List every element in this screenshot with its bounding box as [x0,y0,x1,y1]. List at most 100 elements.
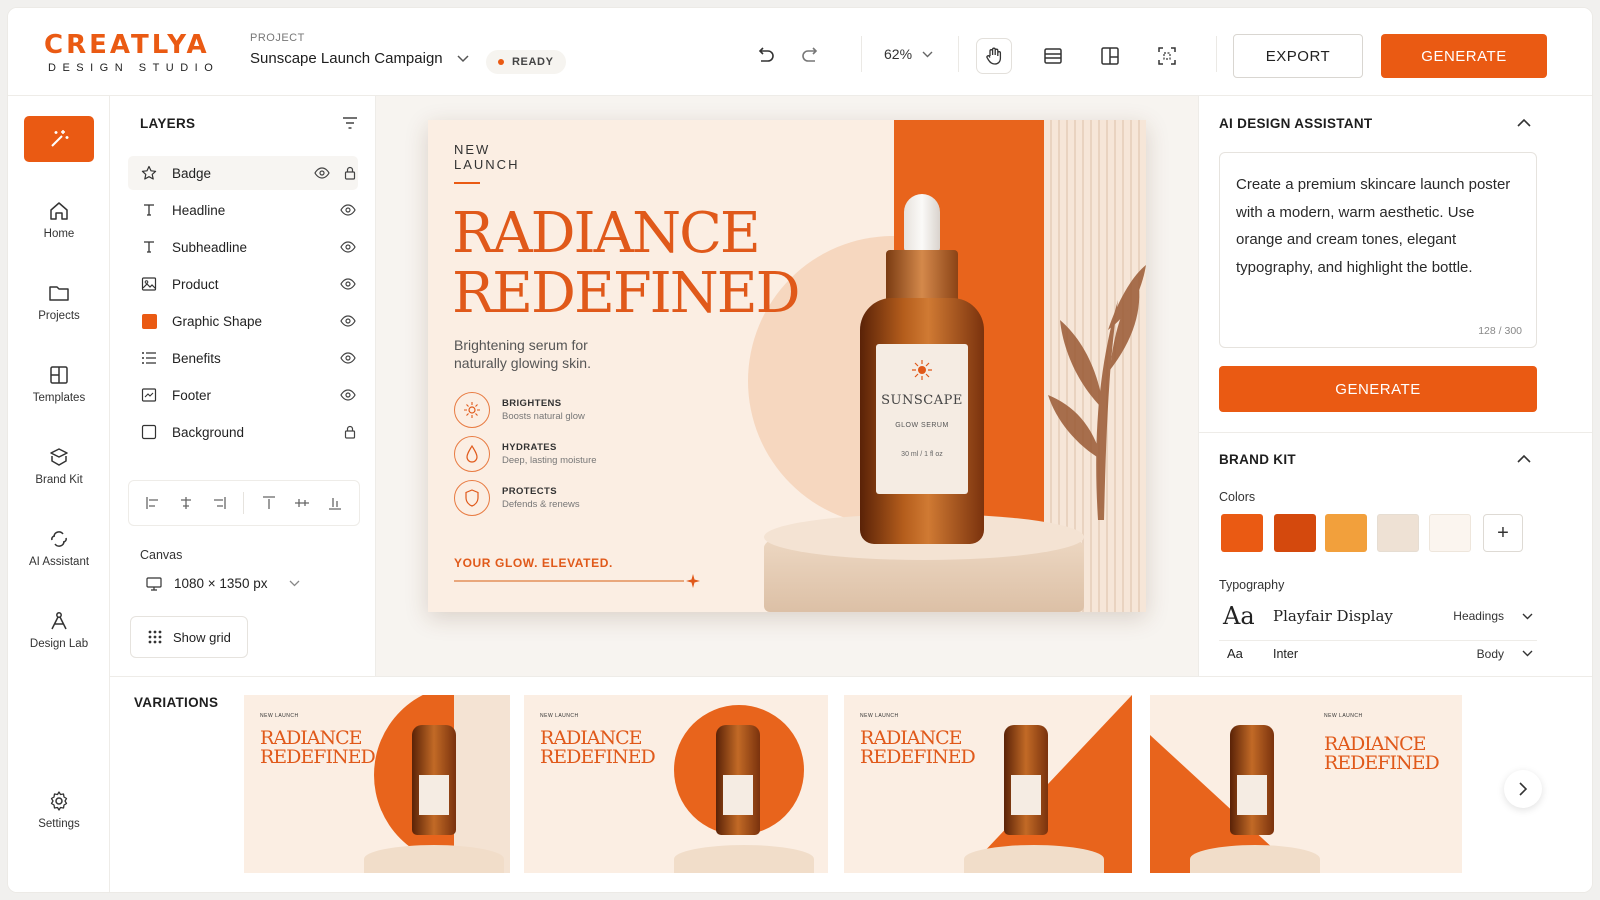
font-sample: Aa [1223,602,1255,630]
visibility-eye-icon[interactable] [340,204,356,216]
poster-footer-line [454,580,684,582]
align-right-icon[interactable] [211,496,227,510]
color-swatch[interactable] [1325,514,1367,552]
canvas-size-dropdown[interactable]: 1080 × 1350 px [146,576,300,591]
color-swatch[interactable] [1221,514,1263,552]
layout-icon[interactable] [1036,39,1070,73]
variation-card[interactable]: NEW LAUNCH RADIANCE REDEFINED [524,695,828,873]
hand-tool-icon[interactable] [976,38,1012,74]
add-color-button[interactable]: + [1483,514,1523,552]
ai-generate-button[interactable]: GENERATE [1219,366,1537,412]
zoom-dropdown[interactable]: 62% [884,46,933,62]
export-button[interactable]: EXPORT [1233,34,1363,78]
chevron-up-icon[interactable] [1517,118,1531,127]
colors-label: Colors [1219,490,1256,504]
align-left-icon[interactable] [145,496,161,510]
chevron-down-icon [1522,650,1533,657]
align-middle-icon[interactable] [294,496,310,510]
square-icon [141,424,157,440]
nav-item-design-lab[interactable]: Design Lab [8,610,110,650]
color-swatch[interactable] [1377,514,1419,552]
nav-item-projects[interactable]: Projects [8,282,110,322]
nav-item-ai-assistant[interactable]: AI Assistant [8,528,110,568]
text-icon [144,241,154,253]
app-window: CREATLYA DESIGN STUDIO PROJECT Sunscape … [7,7,1593,893]
nav-item-label: Templates [32,392,86,404]
chevron-down-icon [1522,613,1533,619]
nav-item-home[interactable]: Home [8,200,110,240]
list-icon [142,352,156,364]
crop-icon[interactable] [1150,39,1184,73]
poster-canvas[interactable]: SUNSCAPE GLOW SERUM 30 ml / 1 fl oz NEW … [428,120,1146,612]
variation-pedestal [364,845,504,873]
grid-icon [148,630,162,644]
lock-icon[interactable] [344,166,356,180]
poster-badge-rule [454,182,480,184]
magic-wand-icon [51,130,69,147]
color-swatch[interactable] [1429,514,1471,552]
align-center-icon[interactable] [178,496,194,510]
ai-assistant-icon [51,531,67,547]
layer-row-product[interactable]: Product [128,267,358,301]
nav-item-templates[interactable]: Templates [8,364,110,404]
benefit-title: BRIGHTENS [502,398,562,409]
layer-row-subheadline[interactable]: Subheadline [128,230,358,264]
project-selector[interactable]: PROJECT Sunscape Launch Campaign [250,32,469,67]
ai-prompt-input[interactable]: Create a premium skincare launch poster … [1219,152,1537,348]
monitor-icon [146,576,162,591]
layer-row-footer[interactable]: Footer [128,378,358,412]
nav-item-label: Design Lab [29,638,89,650]
nav-item-settings[interactable]: Settings [8,790,110,830]
font-row-body[interactable]: Aa Inter Body [1219,646,1537,661]
variation-headline: RADIANCE REDEFINED [1324,733,1440,774]
benefit-title: HYDRATES [502,442,557,453]
top-bar: CREATLYA DESIGN STUDIO PROJECT Sunscape … [8,8,1592,96]
visibility-eye-icon[interactable] [314,167,330,179]
next-variation-button[interactable] [1504,770,1542,808]
magic-wand-button[interactable] [24,116,94,162]
filter-icon[interactable] [342,116,358,130]
redo-icon[interactable] [794,39,828,73]
visibility-eye-icon[interactable] [340,352,356,364]
visibility-eye-icon[interactable] [340,315,356,327]
font-row-headings[interactable]: Aa Playfair Display Headings [1219,602,1537,630]
undo-icon[interactable] [748,39,782,73]
chevron-down-icon[interactable] [457,54,469,63]
generate-button[interactable]: GENERATE [1381,34,1547,78]
project-name-row: Sunscape Launch Campaign [250,50,469,67]
nav-item-brand-kit[interactable]: Brand Kit [8,446,110,486]
visibility-eye-icon[interactable] [340,241,356,253]
settings-gear-icon [50,791,68,811]
layer-row-badge[interactable]: Badge [128,156,358,190]
layer-row-graphic-shape[interactable]: Graphic Shape [128,304,358,338]
visibility-eye-icon[interactable] [340,278,356,290]
variation-headline: RADIANCE REDEFINED [260,727,376,768]
nav-item-label: Projects [38,310,80,322]
lock-icon[interactable] [344,425,356,439]
poster-headline: RADIANCE REDEFINED [452,201,801,326]
align-top-icon[interactable] [261,496,277,510]
show-grid-button[interactable]: Show grid [130,616,248,658]
layer-row-background[interactable]: Background [128,415,358,449]
bottle-product: GLOW SERUM [895,422,949,429]
variation-card[interactable]: NEW LAUNCH RADIANCE REDEFINED [844,695,1132,873]
visibility-eye-icon[interactable] [340,389,356,401]
layer-label: Badge [172,165,212,181]
project-name: Sunscape Launch Campaign [250,50,443,67]
bottle-brand: SUNSCAPE [881,393,963,408]
font-name: Inter [1273,646,1299,661]
font-divider [1219,640,1537,641]
color-swatch[interactable] [1274,514,1316,552]
chevron-up-icon[interactable] [1517,454,1531,463]
show-grid-label: Show grid [173,629,231,645]
layer-row-headline[interactable]: Headline [128,193,358,227]
sun-logo-icon [912,360,932,380]
image-icon [141,277,157,291]
variation-card[interactable]: NEW LAUNCH RADIANCE REDEFINED [1150,695,1462,873]
plant-leaves-graphic [1048,265,1146,520]
chevron-down-icon [922,51,933,57]
resize-icon[interactable] [1093,39,1127,73]
align-bottom-icon[interactable] [327,496,343,510]
layer-row-benefits[interactable]: Benefits [128,341,358,375]
variation-card[interactable]: NEW LAUNCH RADIANCE REDEFINED [244,695,510,873]
